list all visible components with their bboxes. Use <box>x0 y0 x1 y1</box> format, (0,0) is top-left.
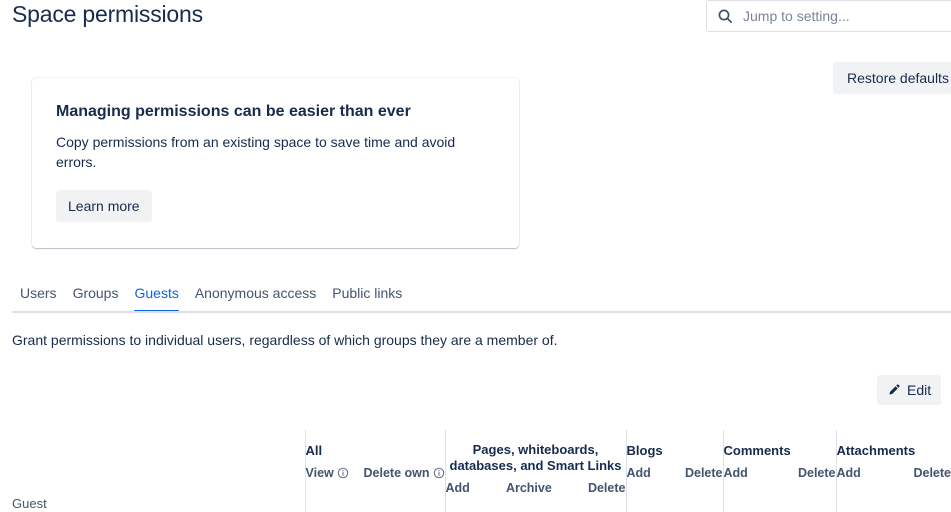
info-icon[interactable] <box>337 467 349 479</box>
column-group-title: Blogs <box>626 443 663 458</box>
tab-users[interactable]: Users <box>12 284 65 312</box>
learn-more-button[interactable]: Learn more <box>56 190 152 222</box>
promo-description: Copy permissions from an existing space … <box>56 134 456 170</box>
column-group-actions: Add Delete <box>627 466 723 480</box>
column-group-title: Comments <box>723 443 791 458</box>
column-group-blogs: Blogs Add Delete <box>625 430 723 495</box>
action-delete[interactable]: Delete <box>913 466 951 480</box>
column-group-all: All View Delete own <box>304 430 445 495</box>
column-group-actions: Add Archive Delete <box>446 481 626 495</box>
column-group-title: All <box>305 443 323 458</box>
action-delete[interactable]: Delete <box>588 481 626 495</box>
action-view[interactable]: View <box>306 466 349 480</box>
action-label: Delete own <box>363 466 430 480</box>
action-delete[interactable]: Delete <box>798 466 836 480</box>
action-add[interactable]: Add <box>446 481 470 495</box>
info-icon[interactable] <box>433 467 445 479</box>
search-input[interactable] <box>743 1 951 31</box>
restore-defaults-button[interactable]: Restore defaults <box>833 62 951 94</box>
column-group-actions: Add Delete <box>837 466 951 480</box>
tab-public-links[interactable]: Public links <box>324 284 410 312</box>
tabs-divider <box>12 311 951 313</box>
permission-cell-all <box>304 495 445 512</box>
action-delete-own[interactable]: Delete own <box>364 466 445 480</box>
table-header-row: All View Delete own Pages, whiteboards, … <box>12 430 951 495</box>
permissions-promo-card: Managing permissions can be easier than … <box>32 78 519 248</box>
tab-anonymous-access[interactable]: Anonymous access <box>187 284 324 312</box>
promo-title: Managing permissions can be easier than … <box>56 103 411 120</box>
table-row: Guest <box>12 495 951 512</box>
page-title: Space permissions <box>12 1 203 27</box>
action-add[interactable]: Add <box>627 466 651 480</box>
tab-groups[interactable]: Groups <box>65 284 127 312</box>
column-group-title: Attachments <box>836 443 916 458</box>
column-group-actions: View Delete own <box>306 466 445 480</box>
column-group-attachments: Attachments Add Delete <box>835 430 951 495</box>
jump-to-setting-search[interactable] <box>706 0 951 32</box>
edit-button-label: Edit <box>907 382 932 398</box>
space-permissions-table: All View Delete own Pages, whiteboards, … <box>12 430 951 512</box>
edit-button[interactable]: Edit <box>877 375 942 405</box>
action-label: View <box>305 466 334 480</box>
permission-cell-pages <box>444 495 626 512</box>
search-icon <box>717 8 733 24</box>
entity-name: Guest <box>12 495 305 512</box>
column-group-comments: Comments Add Delete <box>722 430 836 495</box>
action-archive[interactable]: Archive <box>506 481 552 495</box>
entity-column-header <box>12 430 305 495</box>
permission-cell-blogs <box>625 495 723 512</box>
action-add[interactable]: Add <box>724 466 748 480</box>
permission-cell-comments <box>722 495 836 512</box>
column-group-actions: Add Delete <box>724 466 836 480</box>
column-group-title: Pages, whiteboards, databases, and Smart… <box>449 442 622 473</box>
action-add[interactable]: Add <box>837 466 861 480</box>
action-delete[interactable]: Delete <box>685 466 723 480</box>
tab-guests[interactable]: Guests <box>126 284 186 312</box>
permission-cell-attachments <box>835 495 951 512</box>
pencil-icon <box>887 383 901 397</box>
section-description: Grant permissions to individual users, r… <box>12 332 558 348</box>
column-group-pages: Pages, whiteboards, databases, and Smart… <box>444 430 626 495</box>
permissions-tabs: Users Groups Guests Anonymous access Pub… <box>0 284 951 312</box>
